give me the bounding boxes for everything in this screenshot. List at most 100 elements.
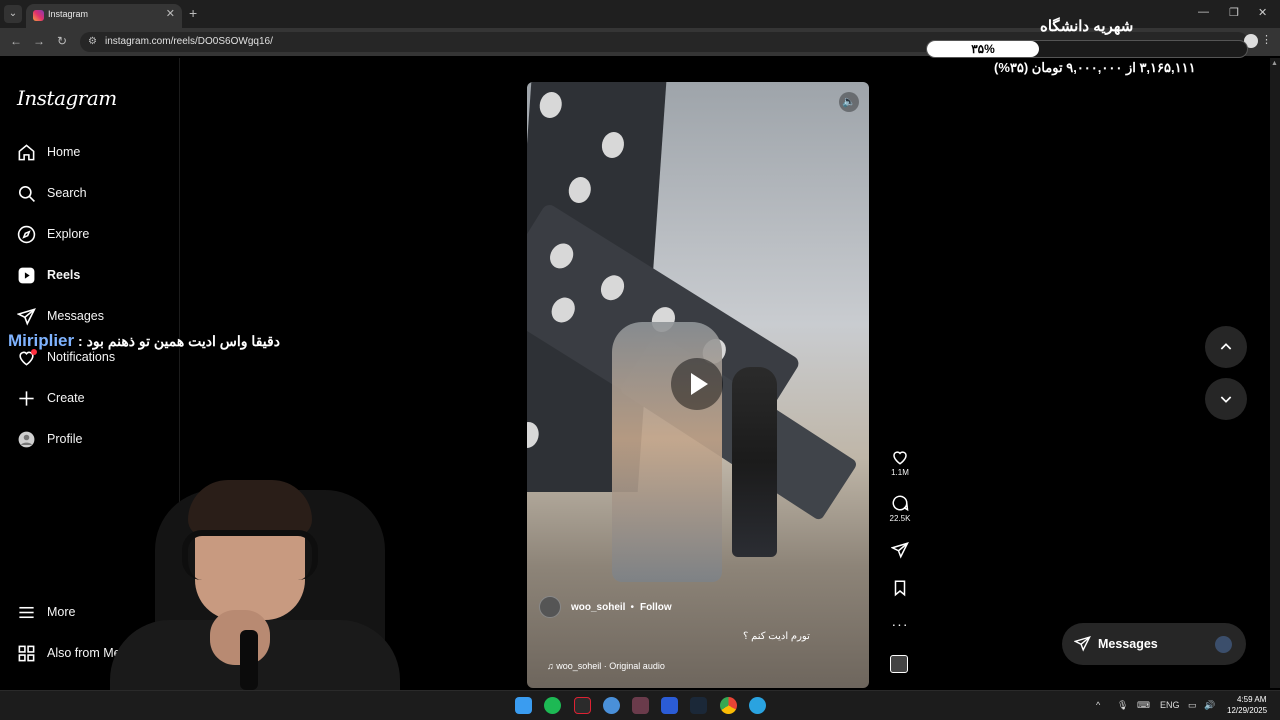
tray-chevron-up-icon[interactable]: ^ [1096, 700, 1100, 710]
restore-icon[interactable]: ❐ [1229, 6, 1239, 19]
reel-video[interactable]: 🔈 woo_soheil • Follow تورم ادیت کنم ؟ ♫ … [527, 82, 869, 688]
sidebar-item-label: Reels [47, 268, 81, 282]
comment-icon [892, 495, 909, 512]
sidebar-item-label: Notifications [47, 350, 116, 364]
scroll-up-arrow-icon[interactable]: ▲ [1271, 60, 1278, 67]
tab-title: Instagram [48, 9, 89, 19]
sidebar-item-search[interactable]: Search [16, 179, 166, 207]
chrome-icon[interactable] [720, 697, 737, 714]
sidebar-item-create[interactable]: Create [16, 384, 166, 412]
send-icon [16, 306, 36, 326]
sidebar-item-explore[interactable]: Explore [16, 220, 166, 248]
more-options-action[interactable]: ··· [886, 616, 914, 632]
save-action[interactable] [886, 579, 914, 597]
url-text[interactable]: instagram.com/reels/DO0S6OWgq16/ [105, 36, 273, 47]
sidebar-item-label: More [47, 605, 76, 619]
microphone-icon[interactable]: 🎙 [1117, 700, 1128, 711]
comment-count: 22.5K [889, 514, 911, 523]
plus-icon [16, 388, 36, 408]
browser-tab-instagram[interactable]: Instagram ✕ [26, 4, 182, 28]
app-icon[interactable] [574, 697, 591, 714]
reel-caption[interactable]: تورم ادیت کنم ؟ [743, 631, 810, 642]
next-reel-button[interactable] [1205, 378, 1247, 420]
chat-username: Miriplier [8, 331, 75, 350]
reload-icon[interactable]: ↻ [57, 34, 67, 48]
separator-dot: • [630, 601, 634, 613]
bookmark-icon [894, 580, 906, 597]
browser-menu-icon[interactable]: ⋮ [1261, 33, 1272, 46]
compass-icon [16, 224, 36, 244]
donation-progress-bar: ۳۵% [926, 40, 1248, 58]
audio-thumbnail[interactable] [890, 655, 908, 673]
avatar[interactable] [539, 596, 561, 618]
author-username[interactable]: woo_soheil [571, 602, 625, 613]
app-icon[interactable] [632, 697, 649, 714]
network-icon[interactable]: ▭ [1188, 700, 1197, 711]
follow-button[interactable]: Follow [640, 602, 672, 613]
messages-label: Messages [1098, 637, 1158, 651]
sidebar-item-reels[interactable]: Reels [16, 261, 166, 289]
hamburger-menu-icon [16, 602, 36, 622]
chat-text: : دقیقا واس ادیت همین تو ذهنم بود [74, 333, 280, 349]
share-action[interactable] [886, 541, 914, 559]
send-icon [1074, 635, 1091, 652]
more-icon: ··· [891, 616, 909, 632]
instagram-logo[interactable]: Instagram [17, 86, 117, 110]
windows-taskbar: ^ 🎙 ⌨ ENG ▭ 🔊 4:59 AM 12/29/2025 [0, 690, 1280, 720]
search-icon [16, 183, 36, 203]
site-info-icon[interactable]: ⚙ [88, 36, 97, 47]
sidebar-item-label: Home [47, 145, 81, 159]
send-icon [891, 542, 909, 559]
chevron-up-icon [1220, 343, 1232, 350]
like-count: 1.1M [891, 468, 909, 477]
keyboard-icon[interactable]: ⌨ [1137, 700, 1150, 711]
sidebar-item-messages[interactable]: Messages [16, 302, 166, 330]
tab-close-icon[interactable]: ✕ [166, 7, 175, 20]
reel-audio[interactable]: ♫ woo_soheil · Original audio [547, 661, 665, 671]
clock-time[interactable]: 4:59 AM [1237, 695, 1266, 704]
avatar [1215, 636, 1232, 653]
sidebar-item-label: Profile [47, 432, 83, 446]
app-icon[interactable] [603, 697, 620, 714]
sidebar-item-label: Create [47, 391, 85, 405]
new-tab-icon[interactable]: + [189, 5, 197, 21]
window-close-icon[interactable]: ✕ [1258, 6, 1267, 19]
steam-icon[interactable] [690, 697, 707, 714]
telegram-icon[interactable] [749, 697, 766, 714]
tab-search-icon[interactable]: ⌄ [4, 5, 22, 23]
forward-icon[interactable]: → [33, 34, 45, 48]
chevron-down-icon [1220, 396, 1232, 403]
instagram-favicon-icon [33, 10, 44, 21]
sidebar-item-profile[interactable]: Profile [16, 425, 166, 453]
profile-icon [16, 429, 36, 449]
page-scrollbar[interactable] [1270, 58, 1280, 688]
minimize-icon[interactable]: — [1198, 6, 1209, 18]
reels-icon [16, 265, 36, 285]
microphone [240, 630, 258, 690]
sidebar-item-label: Explore [47, 227, 90, 241]
music-note-icon: ♫ [547, 661, 557, 671]
donation-goal-title: شهریه دانشگاه [1040, 18, 1134, 35]
stats-icon[interactable] [661, 697, 678, 714]
messages-pill[interactable]: Messages [1062, 623, 1246, 665]
audio-label: woo_soheil · Original audio [556, 661, 665, 671]
grid-icon [16, 643, 36, 663]
windows-start-icon[interactable] [515, 697, 532, 714]
reel-scene-person [732, 367, 777, 557]
play-button[interactable] [671, 358, 723, 410]
clock-date[interactable]: 12/29/2025 [1227, 706, 1267, 715]
back-icon[interactable]: ← [10, 34, 22, 48]
reel-author: woo_soheil • Follow [539, 596, 672, 618]
mute-icon[interactable]: 🔈 [839, 92, 859, 112]
like-action[interactable]: 1.1M [886, 448, 914, 477]
donation-percent: ۳۵% [971, 42, 995, 56]
previous-reel-button[interactable] [1205, 326, 1247, 368]
donation-amount: ۳,۱۶۵,۱۱۱ از ۹,۰۰۰,۰۰۰ تومان (۳۵%) [994, 60, 1196, 75]
streamer-webcam [100, 480, 430, 690]
sidebar-item-home[interactable]: Home [16, 138, 166, 166]
language-indicator[interactable]: ENG [1160, 700, 1180, 710]
comment-action[interactable]: 22.5K [886, 494, 914, 523]
volume-icon[interactable]: 🔊 [1204, 700, 1215, 711]
heart-icon [893, 451, 907, 465]
spotify-icon[interactable] [544, 697, 561, 714]
